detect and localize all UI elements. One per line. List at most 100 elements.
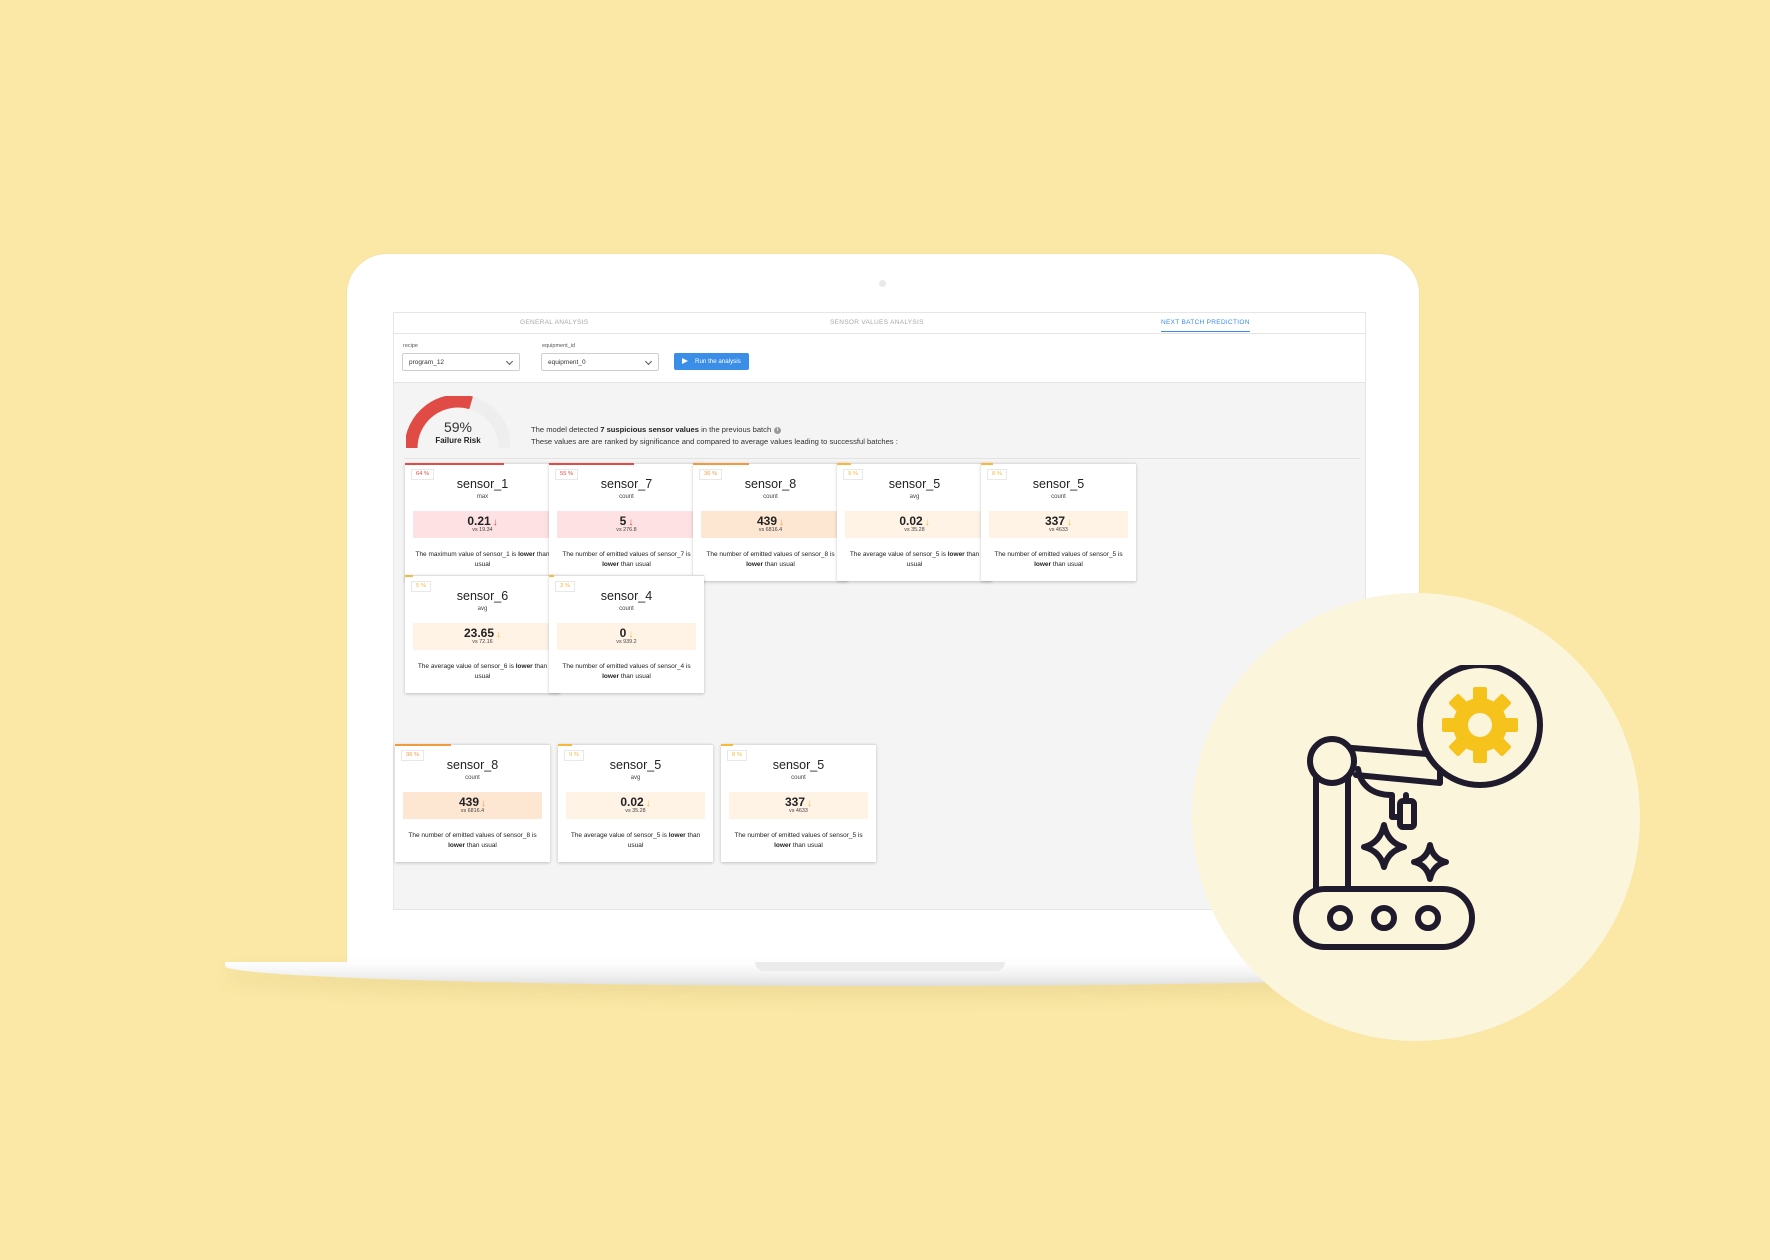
significance-bar [549, 463, 635, 465]
run-analysis-button[interactable]: Run the analysis [674, 353, 749, 370]
sensor-value: 0.21 [467, 514, 491, 528]
significance-bar [721, 744, 734, 746]
description-text-end: than usual [1051, 561, 1083, 568]
significance-bar [549, 575, 554, 577]
description-text: The number of emitted values of sensor_4… [562, 663, 691, 670]
laptop-base-notch [755, 962, 1005, 971]
sensor-name: sensor_5 [609, 758, 662, 772]
sensor-card[interactable]: 9 % sensor_5 avg 0.02 ↓ vs 35.28 The average v… [837, 463, 992, 581]
sensor-description: The number of emitted values of sensor_5… [731, 831, 866, 851]
value-line: 0.21 ↓ [413, 514, 552, 528]
sensor-value: 0.02 [620, 795, 644, 809]
sensor-name: sensor_8 [446, 758, 499, 772]
sensor-card[interactable]: 36 % sensor_8 count 439 ↓ vs 6816.4 The number… [395, 744, 550, 862]
sensor-metric: count [619, 494, 634, 500]
description-text-end: than usual [763, 561, 795, 568]
sensor-card[interactable]: 8 % sensor_5 count 337 ↓ vs 4633 The number of… [721, 744, 876, 862]
sensor-metric: count [1051, 494, 1066, 500]
value-line: 0 ↓ [557, 626, 696, 640]
value-box: 0.21 ↓ vs 19.34 [413, 511, 552, 538]
description-emphasis: lower [602, 561, 620, 568]
sensor-value: 439 [756, 514, 778, 528]
failure-risk-label: Failure Risk [435, 436, 481, 445]
info-icon[interactable]: i [774, 427, 782, 434]
sensor-name: sensor_5 [772, 758, 825, 772]
description-text: The number of emitted values of sensor_7… [562, 551, 691, 558]
arrow-down-icon: ↓ [924, 517, 930, 528]
description-text: The number of emitted values of sensor_5… [734, 832, 863, 839]
reference-value: vs 4633 [1049, 527, 1068, 533]
description-emphasis: lower [448, 842, 466, 849]
significance-bar [405, 463, 505, 465]
value-line: 23.65 ↓ [413, 626, 552, 640]
description-emphasis: lower [515, 663, 533, 670]
description-text: The average value of sensor_6 is [417, 663, 516, 670]
value-line: 439 ↓ [403, 795, 542, 809]
arrow-down-icon: ↓ [645, 798, 651, 809]
description-emphasis: lower [746, 561, 764, 568]
value-line: 5 ↓ [557, 514, 696, 528]
run-analysis-label: Run the analysis [695, 358, 741, 365]
sensor-value: 0.02 [899, 514, 923, 528]
description-text-end: than usual [465, 842, 497, 849]
reference-value: vs 4633 [789, 808, 808, 814]
significance-bar [558, 744, 572, 746]
sensor-value: 5 [619, 514, 627, 528]
sensor-card[interactable]: 55 % sensor_7 count 5 ↓ vs 276.8 The number of… [549, 463, 704, 581]
sensor-value: 0 [619, 626, 627, 640]
sensor-name: sensor_1 [456, 477, 509, 491]
sensor-name: sensor_5 [888, 477, 941, 491]
summary-line-1: The model detected 7 suspicious sensor v… [531, 425, 782, 434]
tab-sensor-values-analysis[interactable]: SENSOR VALUES ANALYSIS [830, 319, 924, 326]
sensor-description: The average value of sensor_6 is lower t… [415, 662, 550, 682]
sensor-description: The average value of sensor_5 is lower t… [568, 831, 703, 851]
sensor-metric: count [791, 775, 806, 781]
recipe-select-value: program_12 [409, 359, 445, 366]
sensor-description: The number of emitted values of sensor_5… [991, 550, 1126, 570]
value-box: 23.65 ↓ vs 72.16 [413, 623, 552, 650]
robot-arm-gear-icon [1293, 665, 1543, 950]
equipment-label: equipment_id [542, 343, 576, 349]
camera-dot [879, 280, 886, 287]
value-box: 439 ↓ vs 6816.4 [403, 792, 542, 819]
description-text-end: than usual [619, 673, 651, 680]
chevron-down-icon [644, 357, 653, 366]
sensor-card[interactable]: 3 % sensor_4 count 0 ↓ vs 939.2 The number of … [549, 575, 704, 693]
reference-value: vs 276.8 [616, 527, 637, 533]
description-emphasis: lower [602, 673, 620, 680]
sensor-name: sensor_4 [600, 589, 653, 603]
tab-next-batch-prediction[interactable]: NEXT BATCH PREDICTION [1161, 319, 1250, 332]
sensor-description: The maximum value of sensor_1 is lower t… [415, 550, 550, 570]
equipment-select-value: equipment_0 [548, 359, 586, 366]
sensor-description: The average value of sensor_5 is lower t… [847, 550, 982, 570]
value-line: 0.02 ↓ [845, 514, 984, 528]
description-text: The average value of sensor_5 is [570, 832, 669, 839]
sensor-value: 439 [458, 795, 480, 809]
description-emphasis: lower [1034, 561, 1052, 568]
tab-general-analysis[interactable]: GENERAL ANALYSIS [520, 319, 588, 326]
sensor-card[interactable]: 9 % sensor_5 avg 0.02 ↓ vs 35.28 The average v… [558, 744, 713, 862]
value-line: 337 ↓ [729, 795, 868, 809]
significance-bar [693, 463, 749, 465]
summary-text-end: in the previous batch [699, 425, 772, 434]
sensor-name: sensor_7 [600, 477, 653, 491]
recipe-label: recipe [403, 343, 418, 349]
sensor-metric: avg [909, 494, 920, 500]
sensor-metric: count [619, 606, 634, 612]
description-text-end: than usual [791, 842, 823, 849]
description-text: The number of emitted values of sensor_5… [994, 551, 1123, 558]
description-emphasis: lower [947, 551, 965, 558]
sensor-card[interactable]: 5 % sensor_6 avg 23.65 ↓ vs 72.16 The average … [405, 575, 560, 693]
sensor-card[interactable]: 64 % sensor_1 max 0.21 ↓ vs 19.34 The maximum … [405, 463, 560, 581]
value-box: 0.02 ↓ vs 35.28 [566, 792, 705, 819]
failure-risk-percent: 59% [443, 419, 473, 435]
arrow-down-icon: ↓ [492, 517, 498, 528]
sensor-metric: avg [630, 775, 641, 781]
sensor-metric: count [465, 775, 480, 781]
significance-bar [395, 744, 451, 746]
equipment-select[interactable]: equipment_0 [541, 353, 659, 371]
sensor-card[interactable]: 8 % sensor_5 count 337 ↓ vs 4633 The number of… [981, 463, 1136, 581]
sensor-card[interactable]: 36 % sensor_8 count 439 ↓ vs 6816.4 The number… [693, 463, 848, 581]
recipe-select[interactable]: program_12 [402, 353, 520, 371]
sensor-metric: max [476, 494, 489, 500]
